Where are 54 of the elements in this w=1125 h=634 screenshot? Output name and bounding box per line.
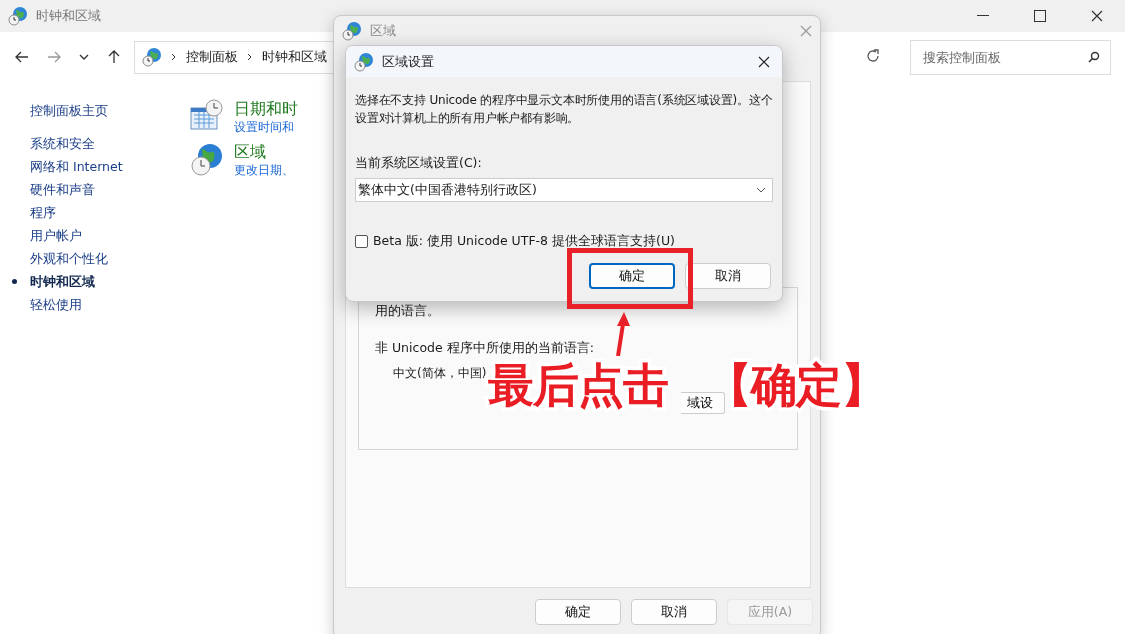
app-icon <box>354 51 374 72</box>
sidebar-item[interactable]: 系统和安全 <box>30 132 190 155</box>
app-icon <box>8 6 28 26</box>
breadcrumb-item[interactable]: 时钟和区域 <box>262 48 327 66</box>
dialog-title: 区域设置 <box>382 52 435 71</box>
close-icon[interactable] <box>1090 10 1103 22</box>
category-title[interactable]: 日期和时 <box>234 99 298 118</box>
description-text: 非 Unicode 程序中所使用的当前语言: <box>375 339 595 357</box>
sidebar-item[interactable]: 硬件和声音 <box>30 178 190 201</box>
chevron-right-icon <box>247 53 253 61</box>
chevron-down-icon <box>756 187 766 193</box>
close-icon[interactable] <box>758 55 770 68</box>
globe-clock-icon <box>190 142 224 176</box>
chevron-right-icon <box>171 53 177 61</box>
category-link[interactable]: 更改日期、 <box>234 162 294 179</box>
sidebar-item[interactable]: 控制面板主页 <box>30 99 190 122</box>
field-label: 当前系统区域设置(C): <box>355 155 483 172</box>
bullet-icon <box>12 279 17 284</box>
search-field[interactable]: 搜索控制面板 <box>921 48 1084 66</box>
minimize-icon[interactable] <box>977 15 990 17</box>
dialog-button[interactable]: 确定 <box>535 599 621 625</box>
arrow-icon <box>614 312 630 356</box>
category-link[interactable]: 设置时间和 <box>234 119 298 136</box>
dialog-title: 区域 <box>370 22 397 40</box>
sidebar-item[interactable]: 外观和个性化 <box>30 247 190 270</box>
breadcrumb-item[interactable]: 控制面板 <box>186 48 238 66</box>
category-title[interactable]: 区域 <box>234 142 266 161</box>
dialog-button[interactable]: 取消 <box>685 263 771 289</box>
dialog-button[interactable]: 确定 <box>589 263 675 289</box>
locale-dropdown[interactable]: 繁体中文(中国香港特别行政区) <box>355 178 773 202</box>
sidebar-item[interactable]: 程序 <box>30 201 190 224</box>
sidebar-item[interactable]: 时钟和区域 <box>30 270 190 293</box>
forward-arrow-icon[interactable] <box>47 50 61 64</box>
up-arrow-icon[interactable] <box>107 50 121 64</box>
app-icon <box>342 21 362 41</box>
sidebar-item[interactable]: 轻松使用 <box>30 293 190 316</box>
location-icon <box>142 47 162 67</box>
search-icon[interactable] <box>1088 51 1100 63</box>
current-language: 中文(简体，中国) <box>393 365 488 382</box>
description-text: 选择在不支持 Unicode 的程序中显示文本时所使用的语言(系统区域设置)。这个设置对计算机上的所有用户帐户都有影响。 <box>355 92 774 127</box>
description-text: 用的语言。 <box>375 302 441 320</box>
dialog-button[interactable]: 取消 <box>631 599 717 625</box>
calendar-clock-icon <box>190 99 224 131</box>
annotation-text: 最后点击 <box>488 357 668 414</box>
maximize-icon[interactable] <box>1034 10 1046 22</box>
back-arrow-icon[interactable] <box>15 50 29 64</box>
sidebar-item[interactable]: 网络和 Internet <box>30 155 190 178</box>
refresh-icon[interactable] <box>866 48 880 63</box>
change-locale-button[interactable]: 域设 <box>681 392 725 414</box>
sidebar-item[interactable]: 用户帐户 <box>30 224 190 247</box>
window-title: 时钟和区域 <box>36 7 102 25</box>
search-box[interactable]: 搜索控制面板 <box>910 39 1111 75</box>
checkbox-label[interactable]: Beta 版: 使用 Unicode UTF-8 提供全球语言支持(U) <box>373 233 675 250</box>
checkbox[interactable] <box>355 235 368 248</box>
